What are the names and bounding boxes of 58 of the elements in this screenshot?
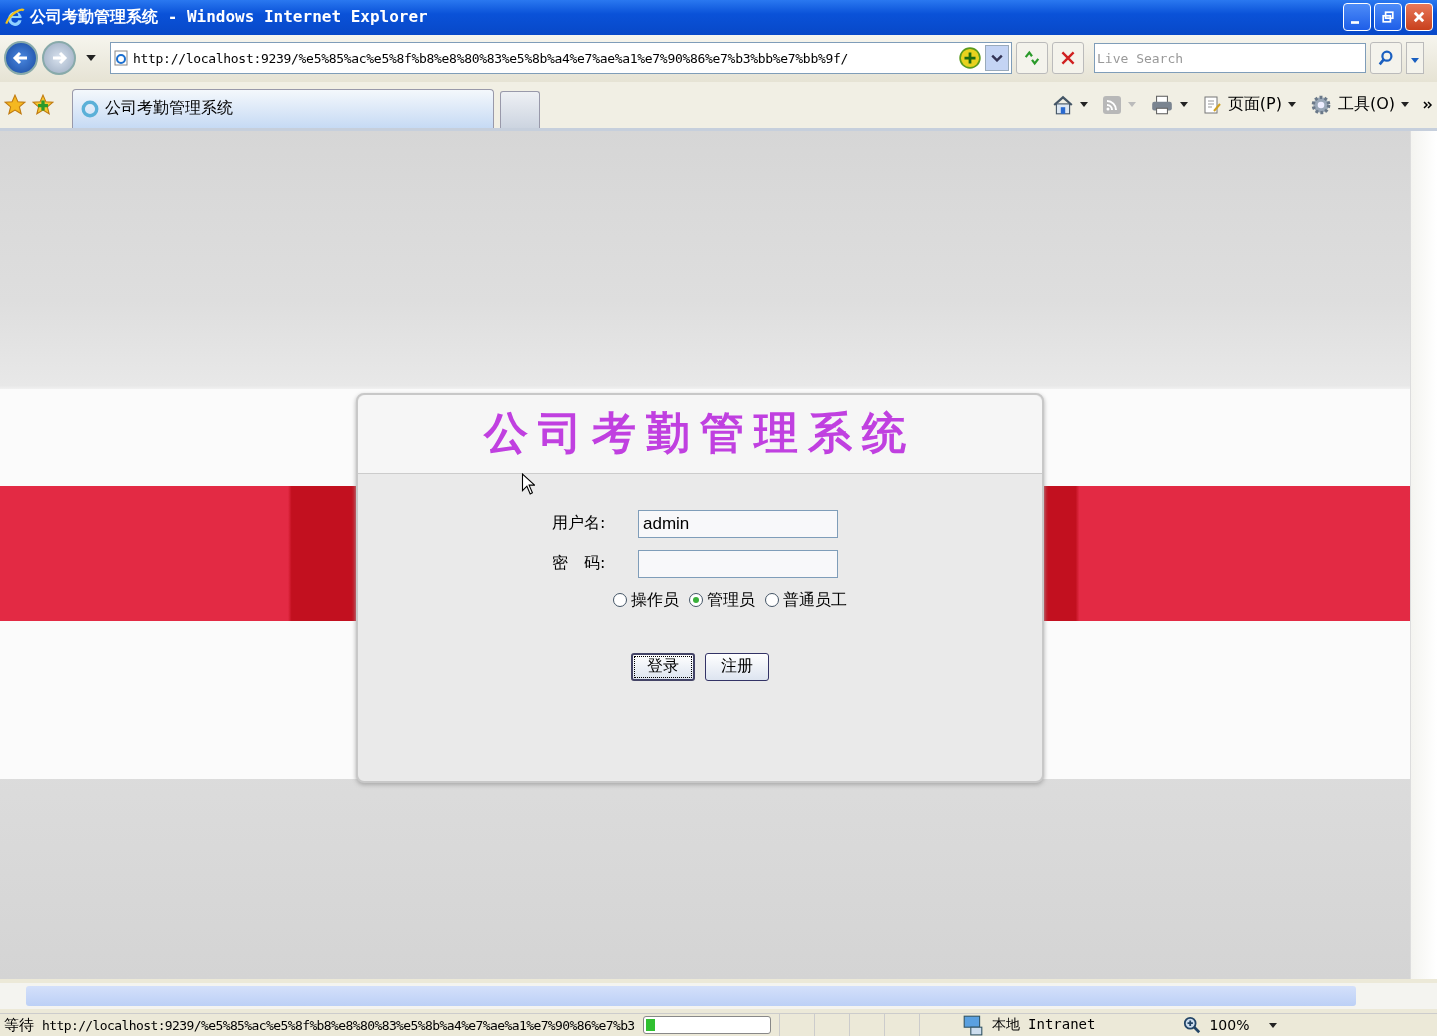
ie-logo-icon — [4, 6, 26, 29]
caret-icon[interactable] — [1269, 1022, 1278, 1028]
home-icon[interactable] — [1051, 93, 1074, 116]
caret-icon[interactable] — [86, 55, 96, 62]
page-icon — [113, 50, 129, 67]
stop-button[interactable] — [1052, 42, 1084, 75]
form-button[interactable]: 注册 — [705, 652, 769, 681]
minimize-icon — [1351, 20, 1359, 24]
caret-icon[interactable] — [1079, 102, 1088, 108]
close-icon — [1412, 10, 1426, 25]
search-field[interactable]: Live Search — [1094, 43, 1366, 74]
star-icon[interactable] — [4, 93, 26, 116]
chevron-down-icon — [991, 54, 1003, 63]
horizontal-scrollbar[interactable] — [0, 983, 1437, 1009]
zoom-level[interactable]: 100% — [1209, 1017, 1250, 1033]
vertical-scrollbar[interactable] — [1410, 130, 1437, 980]
refresh-arrows-icon — [1023, 49, 1041, 68]
browser-tab[interactable]: 公司考勤管理系统 — [72, 88, 494, 128]
form-button[interactable]: 登录 — [631, 652, 695, 681]
gear-icon[interactable] — [1309, 93, 1332, 116]
loading-icon — [81, 99, 99, 118]
password-label: 密 码: — [552, 553, 607, 575]
refresh-button[interactable] — [1016, 42, 1048, 75]
role-radio[interactable]: 管理员 — [689, 589, 755, 611]
zone-text: 本地 Intranet — [991, 1016, 1096, 1034]
add-favorite-icon[interactable] — [32, 93, 54, 116]
status-text: 等待 — [4, 1015, 34, 1035]
role-radio[interactable]: 操作员 — [613, 589, 679, 611]
printer-icon[interactable] — [1149, 93, 1174, 116]
dropdown-button[interactable] — [985, 45, 1009, 72]
network-icon — [961, 1014, 984, 1036]
caret-icon — [1411, 57, 1419, 63]
url-text: http://localhost:9239/%e5%85%ac%e5%8f%b8%e8%80%83%e5%8b%a4%e7%ae%a1%e7%90%86%e7%b3%bb%e7%bb%9f/ — [133, 50, 850, 66]
address-field[interactable]: http://localhost:9239/%e5%85%ac%e5%8f%b8%e8%80%83%e5%8b%a4%e7%ae%a1%e7%90%86%e7%b3%bb%e7%bb%9f/ — [110, 42, 1012, 75]
search-icon — [1377, 49, 1395, 68]
plus-icon[interactable] — [959, 47, 981, 70]
search-options-button[interactable] — [1406, 42, 1424, 75]
role-radio[interactable]: 普通员工 — [765, 589, 847, 611]
menu-label[interactable]: 工具(O) — [1337, 94, 1395, 116]
chevron-icon[interactable] — [1423, 100, 1433, 109]
status-url: http://localhost:9239/%e5%85%ac%e5%8f%b8%e8%80%83%e5%8b%a4%e7%ae%a1%e7%90%86%e7%b3 — [42, 1017, 635, 1033]
x-icon — [1060, 50, 1076, 67]
close-button[interactable] — [1405, 3, 1433, 32]
caret-icon[interactable] — [1179, 102, 1188, 108]
back-button[interactable] — [4, 41, 38, 76]
caret-icon[interactable] — [1401, 102, 1409, 108]
window-title: 公司考勤管理系统 - Windows Internet Explorer — [30, 6, 429, 28]
login-title: 公司考勤管理系统 — [484, 406, 916, 461]
restore-button[interactable] — [1374, 3, 1402, 32]
username-label: 用户名: — [552, 513, 607, 535]
password-field[interactable] — [638, 549, 838, 578]
menu-label[interactable]: 页面(P) — [1227, 94, 1282, 116]
restore-icon — [1382, 11, 1394, 24]
username-field[interactable]: admin — [638, 509, 838, 538]
caret-icon[interactable] — [1287, 102, 1296, 108]
zoom-icon[interactable] — [1183, 1016, 1202, 1034]
minimize-button[interactable] — [1343, 3, 1371, 32]
search-button[interactable] — [1370, 42, 1402, 75]
